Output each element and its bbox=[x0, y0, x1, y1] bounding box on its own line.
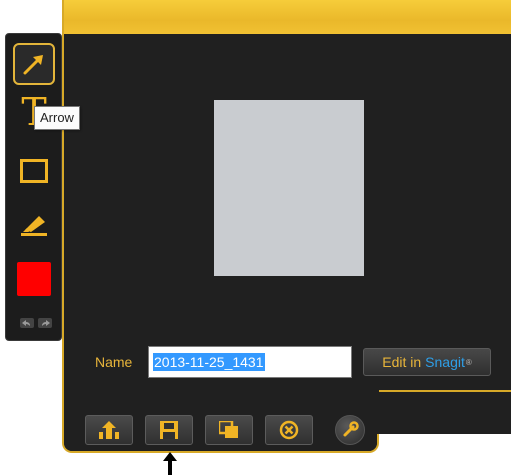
settings-button[interactable] bbox=[335, 415, 365, 445]
share-icon bbox=[99, 421, 119, 439]
tooltip: Arrow bbox=[34, 106, 80, 130]
stage: T Arr bbox=[0, 0, 511, 475]
save-icon bbox=[160, 421, 178, 439]
undo-redo-group bbox=[20, 318, 52, 328]
redo-button[interactable] bbox=[38, 318, 52, 328]
name-input[interactable]: 2013-11-25_1431 bbox=[148, 346, 352, 378]
redo-icon bbox=[42, 319, 50, 326]
tool-palette: T bbox=[5, 33, 62, 341]
name-input-value: 2013-11-25_1431 bbox=[153, 353, 265, 371]
delete-icon bbox=[279, 420, 299, 440]
edit-button-product: Snagit bbox=[425, 354, 465, 370]
rectangle-icon bbox=[20, 159, 48, 183]
copy-button[interactable] bbox=[205, 415, 253, 445]
arrow-tool-button[interactable] bbox=[13, 43, 55, 85]
edit-in-snagit-button[interactable]: Edit in Snagit ® bbox=[363, 348, 491, 376]
copy-icon bbox=[219, 421, 238, 438]
pointer-arrow-icon bbox=[163, 452, 177, 475]
edit-button-label: Edit in bbox=[382, 354, 422, 370]
delete-button[interactable] bbox=[265, 415, 313, 445]
panel-edge bbox=[379, 390, 511, 392]
registered-mark: ® bbox=[465, 357, 472, 367]
color-swatch bbox=[17, 262, 51, 296]
share-button[interactable] bbox=[85, 415, 133, 445]
wrench-icon bbox=[343, 421, 359, 437]
name-label: Name bbox=[95, 354, 133, 370]
save-button[interactable] bbox=[145, 415, 193, 445]
arrow-icon bbox=[23, 55, 43, 75]
color-tool-button[interactable] bbox=[13, 258, 55, 300]
highlighter-tool-button[interactable] bbox=[13, 202, 55, 244]
undo-button[interactable] bbox=[20, 318, 34, 328]
capture-preview[interactable] bbox=[214, 100, 364, 276]
highlighter-icon bbox=[21, 216, 47, 236]
undo-icon bbox=[22, 319, 30, 326]
shape-tool-button[interactable] bbox=[13, 150, 55, 192]
